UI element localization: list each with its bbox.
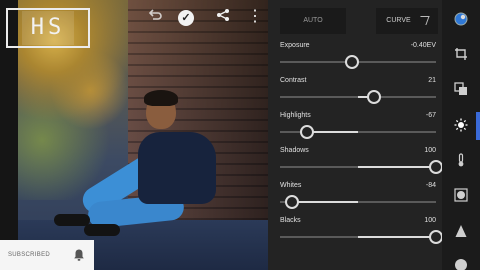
more-options-icon[interactable]: ⋮ bbox=[246, 8, 264, 26]
layers-icon[interactable] bbox=[454, 82, 468, 96]
person-shoe bbox=[84, 224, 120, 236]
adjustment-name: Highlights bbox=[280, 112, 311, 119]
slider-fill bbox=[306, 131, 358, 133]
adjustment-value: 21 bbox=[428, 77, 436, 84]
person-body bbox=[138, 132, 216, 204]
adjustment-contrast: Contrast 21 bbox=[280, 77, 436, 109]
light-icon[interactable] bbox=[454, 118, 468, 132]
color-wheel-icon[interactable] bbox=[454, 12, 468, 26]
adjustment-name: Exposure bbox=[280, 42, 310, 49]
tools-sidebar bbox=[442, 0, 480, 270]
slider-knob[interactable] bbox=[366, 90, 381, 104]
adjustment-name: Whites bbox=[280, 182, 302, 189]
curve-button[interactable]: CURVE bbox=[376, 8, 438, 34]
adjustment-highlights: Highlights -67 bbox=[280, 112, 436, 144]
adjustment-panel: AUTO CURVE Exposure -0.40EV Contrast 21 … bbox=[268, 0, 443, 270]
person-shoe bbox=[54, 214, 90, 226]
slider-fill bbox=[292, 201, 358, 203]
adjustment-value: -84 bbox=[425, 182, 436, 189]
apply-check-icon[interactable]: ✓ bbox=[178, 10, 194, 26]
slider-knob[interactable] bbox=[429, 230, 443, 244]
adjustment-name: Blacks bbox=[280, 217, 301, 224]
auto-button[interactable]: AUTO bbox=[280, 8, 346, 34]
detail-icon[interactable] bbox=[454, 224, 468, 238]
adjustment-whites: Whites -84 bbox=[280, 182, 436, 214]
logo-text: HS bbox=[22, 11, 74, 45]
adjustment-shadows: Shadows 100 bbox=[280, 147, 443, 179]
slider-knob[interactable] bbox=[344, 55, 359, 69]
adjustment-value: -0.40EV bbox=[410, 42, 436, 49]
hs-watermark-logo: HS bbox=[6, 8, 90, 48]
curve-label: CURVE bbox=[386, 17, 411, 24]
vignette-icon[interactable] bbox=[454, 188, 468, 202]
adjustment-value: 100 bbox=[424, 217, 436, 224]
slider-knob[interactable] bbox=[299, 125, 314, 139]
adjustment-name: Shadows bbox=[280, 147, 309, 154]
adjustment-blacks: Blacks 100 bbox=[280, 217, 443, 249]
bell-icon[interactable] bbox=[72, 248, 86, 262]
adjustment-value: -67 bbox=[425, 112, 436, 119]
adjustment-value: 100 bbox=[424, 147, 436, 154]
slider-knob[interactable] bbox=[429, 160, 443, 174]
slider-knob[interactable] bbox=[285, 195, 300, 209]
adjustment-name: Contrast bbox=[280, 77, 307, 84]
temperature-icon[interactable] bbox=[454, 153, 468, 167]
slider-fill bbox=[358, 236, 436, 238]
subscribe-bar[interactable]: SUBSCRIBED bbox=[0, 240, 94, 270]
crop-rotate-icon[interactable] bbox=[454, 47, 468, 61]
share-icon[interactable] bbox=[214, 8, 232, 26]
active-tool-indicator bbox=[476, 112, 480, 140]
undo-icon[interactable] bbox=[146, 8, 164, 26]
optics-icon[interactable] bbox=[454, 258, 468, 270]
curve-icon bbox=[417, 15, 430, 25]
subscribed-label: SUBSCRIBED bbox=[8, 252, 51, 258]
person-hair bbox=[144, 90, 178, 106]
adjustment-exposure: Exposure -0.40EV bbox=[280, 42, 436, 74]
slider-fill bbox=[358, 166, 436, 168]
